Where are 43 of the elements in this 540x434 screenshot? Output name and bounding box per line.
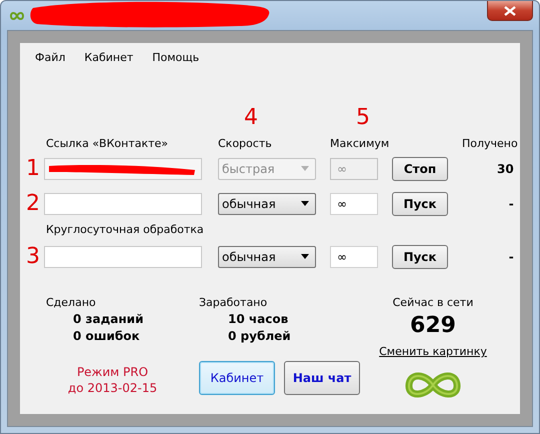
menu-item[interactable]: Помощь: [152, 50, 200, 64]
column-header: Скорость: [218, 136, 272, 150]
annotation-number: 3: [26, 246, 41, 268]
infinity-icon: [9, 10, 25, 20]
speed-dropdown[interactable]: обычная: [218, 192, 316, 214]
max-field[interactable]: ∞: [330, 192, 378, 214]
pro-mode-text: Режим PRO: [76, 364, 148, 380]
stat-label: Заработано: [199, 296, 268, 309]
stat-value: 0 ошибок: [72, 329, 141, 343]
menu-item[interactable]: Кабинет: [84, 50, 134, 64]
close-button[interactable]: [487, 1, 533, 21]
stat-label: Сделано: [46, 296, 97, 309]
annotation-number: 4: [244, 107, 258, 129]
section-label: Круглосуточная обработка: [45, 223, 205, 238]
caret-icon: [301, 201, 309, 206]
annotation-number: 5: [356, 107, 370, 129]
menu-item[interactable]: Файл: [35, 50, 66, 64]
stat-value: 10 часов: [227, 312, 290, 326]
stat-label: Сейчас в сети: [392, 296, 474, 309]
close-icon: [504, 6, 516, 16]
column-header: Ссылка «ВКонтакте»: [46, 136, 168, 150]
link-field[interactable]: [44, 192, 202, 214]
column-header: Получено: [462, 136, 518, 150]
action-button[interactable]: Пуск: [392, 192, 448, 216]
column-header: Максимум: [330, 136, 390, 150]
received-count: -: [508, 250, 515, 264]
change-picture-link[interactable]: Сменить картинку: [379, 345, 487, 358]
stat-value: 0 заданий: [72, 312, 144, 326]
caret-icon: [301, 254, 309, 259]
received-count: 30: [496, 162, 515, 176]
speed-dropdown[interactable]: обычная: [218, 246, 316, 268]
annotation-number: 2: [26, 192, 41, 214]
caret-icon: [301, 166, 309, 171]
annotation-number: 1: [26, 158, 41, 180]
online-count: 629: [410, 312, 456, 340]
stat-value: 0 рублей: [227, 329, 292, 343]
nav-button[interactable]: Наш чат: [284, 361, 360, 395]
nav-button[interactable]: Кабинет: [199, 361, 275, 395]
max-field[interactable]: ∞: [330, 246, 378, 268]
received-count: -: [508, 196, 515, 210]
action-button[interactable]: Пуск: [392, 244, 448, 268]
link-field[interactable]: [44, 246, 202, 268]
pro-mode-text: до 2013-02-15: [68, 380, 158, 396]
